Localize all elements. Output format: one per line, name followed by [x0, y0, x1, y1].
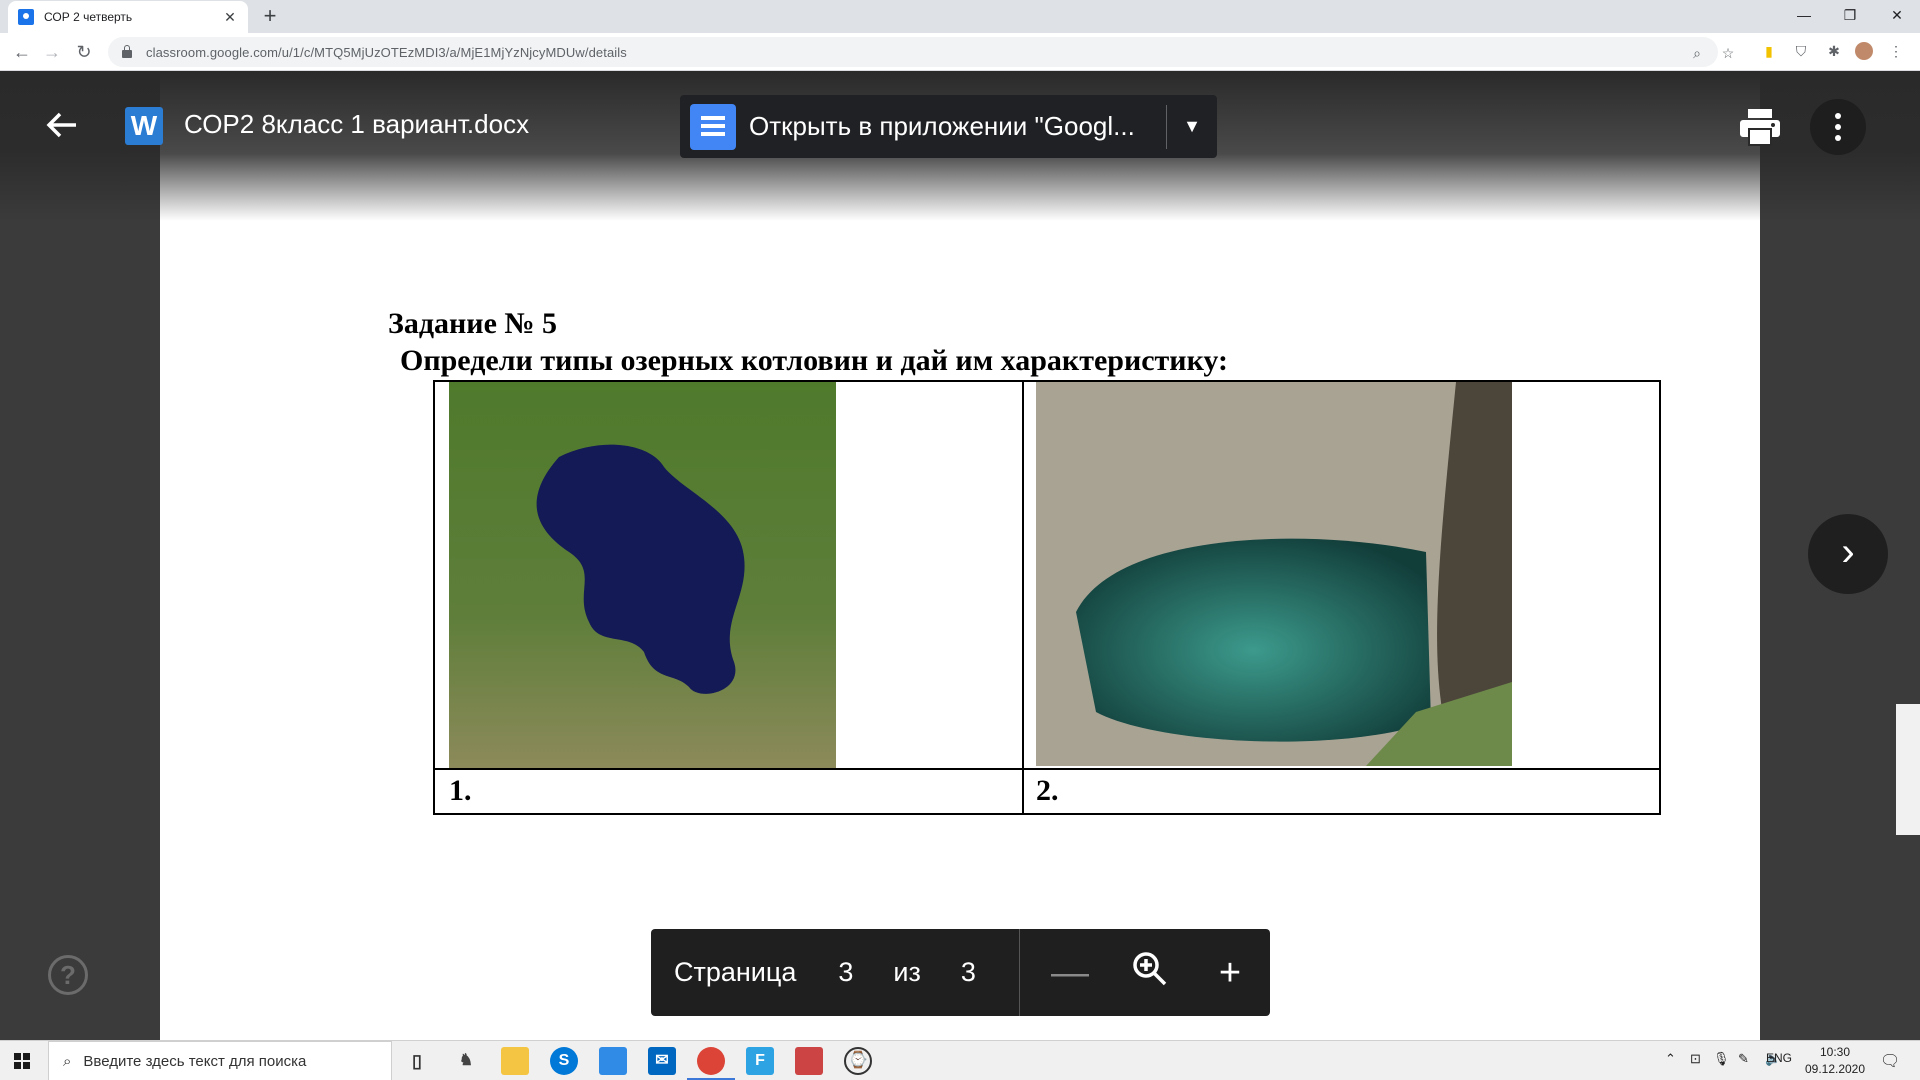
word-file-icon: W	[125, 107, 163, 145]
clock-time: 10:30	[1819, 1045, 1851, 1059]
tab-close-icon[interactable]: ✕	[222, 9, 238, 26]
task-view-icon[interactable]: ▯	[403, 1047, 431, 1075]
table-row-divider	[435, 768, 1659, 770]
page-indicator: Страница 3 из 3	[651, 929, 1019, 1016]
task-text: Определи типы озерных котловин и дай им …	[400, 344, 1229, 377]
new-tab-button[interactable]: +	[258, 5, 282, 29]
skype-icon[interactable]: S	[550, 1047, 578, 1075]
more-vert-icon[interactable]	[1810, 99, 1866, 155]
shield-extension-icon[interactable]: ⛉	[1792, 42, 1810, 60]
task-title: Задание № 5	[388, 307, 558, 340]
browser-toolbar: ← → ↻ classroom.google.com/u/1/c/MTQ5MjU…	[0, 33, 1920, 71]
next-file-icon[interactable]: ›	[1808, 514, 1888, 594]
chevron-down-icon[interactable]: ▼	[1167, 116, 1217, 137]
lock-icon	[122, 45, 132, 58]
tray-chevron-up-icon[interactable]: ⌃	[1665, 1051, 1676, 1067]
network-icon[interactable]: ⊡	[1690, 1051, 1701, 1067]
window-close-icon[interactable]: ✕	[1874, 0, 1920, 33]
clock-date: 09.12.2020	[1804, 1062, 1866, 1076]
puzzle-extensions-icon[interactable]: ✱	[1825, 42, 1843, 60]
search-icon: ⌕	[63, 1052, 72, 1070]
help-icon[interactable]: ?	[48, 955, 88, 995]
notifications-icon[interactable]: 🗨	[1880, 1051, 1900, 1071]
taskbar-search-input[interactable]	[83, 1052, 364, 1070]
mail-icon[interactable]: ✉	[648, 1047, 676, 1075]
current-page: 3	[838, 957, 854, 987]
classroom-favicon-icon	[18, 9, 34, 25]
table-column-divider	[1022, 382, 1024, 813]
answer-cell-1: 1.	[449, 774, 472, 807]
system-clock[interactable]: 10:30 09.12.2020	[1800, 1044, 1870, 1078]
plus-icon[interactable]: +	[1190, 953, 1270, 993]
url-text: classroom.google.com/u/1/c/MTQ5MjUzOTEzM…	[146, 44, 627, 60]
profile-avatar[interactable]	[1855, 42, 1873, 60]
file-viewer: W СОР2 8класс 1 вариант.docx Открыть в п…	[0, 71, 1920, 1040]
back-arrow-icon[interactable]	[44, 107, 80, 143]
zoom-indicator-icon[interactable]: ⌕	[1688, 44, 1706, 62]
open-in-app-button[interactable]: Открыть в приложении "Googl... ▼	[680, 95, 1217, 158]
freeform-app-icon[interactable]: F	[746, 1047, 774, 1075]
minimize-icon[interactable]: —	[1781, 0, 1827, 33]
windows-start-icon[interactable]	[14, 1053, 30, 1069]
tab-title: СОР 2 четверть	[44, 10, 133, 24]
pen-icon[interactable]: ✎	[1738, 1051, 1749, 1067]
browser-tabstrip: СОР 2 четверть ✕ + — ❐ ✕	[0, 0, 1920, 33]
game-app-icon[interactable]: ♞	[452, 1047, 480, 1075]
minus-icon[interactable]: —	[1030, 953, 1110, 993]
extension-icon[interactable]: ▮	[1760, 42, 1778, 60]
forward-icon[interactable]: →	[38, 38, 66, 66]
lake-satellite-image	[449, 382, 836, 768]
back-icon[interactable]: ←	[8, 38, 36, 66]
app-icon[interactable]	[599, 1047, 627, 1075]
lake-table: 1. 2.	[433, 380, 1661, 815]
of-word: из	[893, 957, 921, 987]
print-icon[interactable]	[1738, 107, 1782, 147]
restore-icon[interactable]: ❐	[1827, 0, 1873, 33]
reload-icon[interactable]: ↻	[70, 38, 98, 66]
scrollbar-thumb[interactable]	[1896, 704, 1920, 835]
windows-taskbar: ⌕ ▯ ♞ S ✉ F ⌚ ⌃ ⊡ 🎙 ✎ 🔉 ENG 10:30 09.12.…	[0, 1040, 1920, 1080]
google-docs-icon	[690, 103, 736, 150]
open-in-app-label: Открыть в приложении "Googl...	[749, 111, 1135, 141]
total-pages: 3	[960, 957, 976, 987]
page-counter-bar: Страница 3 из 3 — +	[651, 929, 1270, 1016]
zoom-icon[interactable]	[1110, 950, 1190, 996]
page-word: Страница	[674, 957, 797, 987]
file-name: СОР2 8класс 1 вариант.docx	[184, 109, 530, 139]
taskbar-search[interactable]: ⌕	[48, 1041, 392, 1080]
chrome-profile-icon[interactable]	[795, 1047, 823, 1075]
clock-app-icon[interactable]: ⌚	[844, 1047, 872, 1075]
chrome-icon[interactable]	[687, 1047, 735, 1080]
crater-lake-photo	[1036, 382, 1512, 766]
language-indicator[interactable]: ENG	[1766, 1051, 1792, 1065]
address-bar[interactable]: classroom.google.com/u/1/c/MTQ5MjUzOTEzM…	[108, 37, 1734, 67]
chrome-menu-icon[interactable]: ⋮	[1887, 42, 1905, 60]
microphone-icon[interactable]: 🎙	[1713, 1051, 1730, 1067]
browser-tab[interactable]: СОР 2 четверть ✕	[8, 1, 248, 33]
file-explorer-icon[interactable]	[501, 1047, 529, 1075]
bookmark-star-icon[interactable]: ☆	[1719, 44, 1737, 62]
answer-cell-2: 2.	[1036, 774, 1059, 807]
